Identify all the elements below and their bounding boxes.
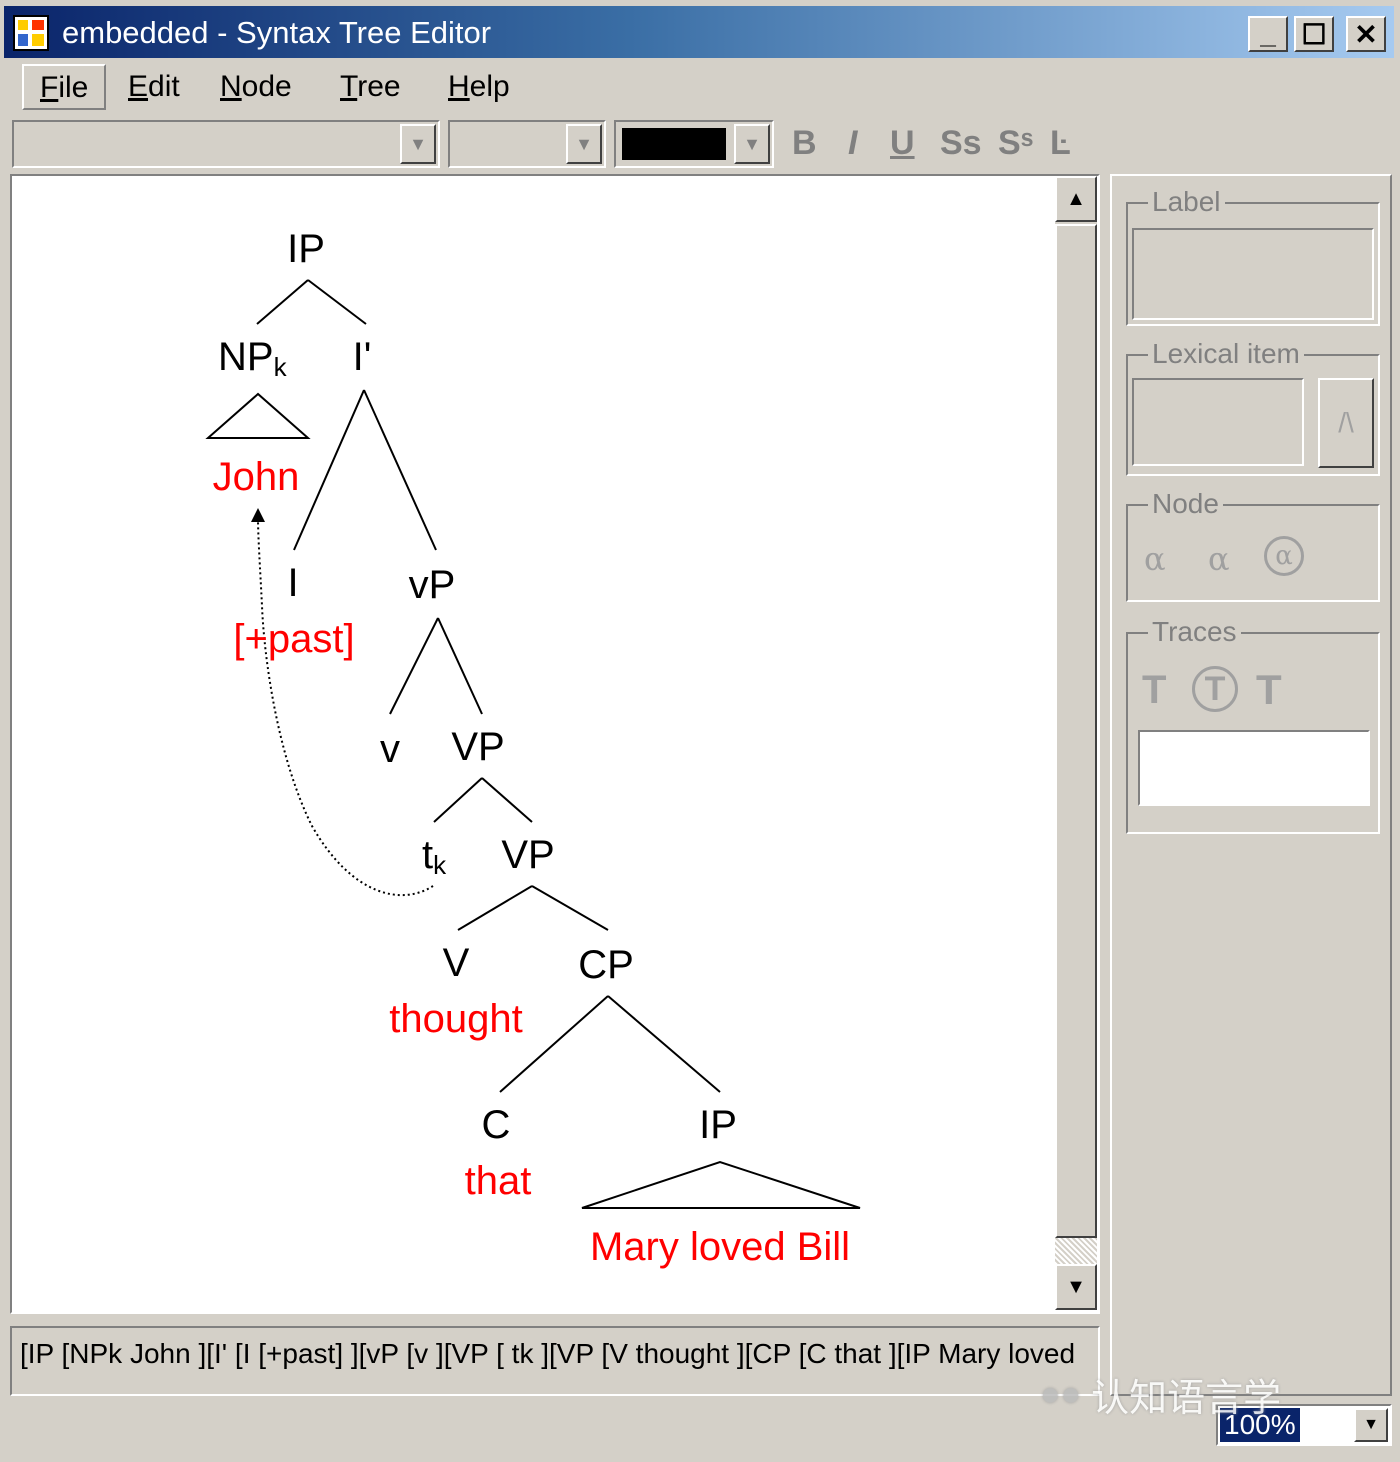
- word-thought[interactable]: thought: [389, 997, 522, 1041]
- trace-t-circle-icon[interactable]: T: [1192, 666, 1238, 712]
- menu-file[interactable]: File: [22, 64, 107, 110]
- font-family-select[interactable]: ▼: [12, 120, 440, 168]
- label-group-title: Label: [1148, 186, 1225, 218]
- scroll-up-button[interactable]: ▲: [1055, 176, 1097, 222]
- scroll-down-button[interactable]: ▼: [1055, 1264, 1097, 1310]
- properties-panel: Label Lexical item /\ Node α α α Traces …: [1110, 174, 1392, 1396]
- label-field[interactable]: [1132, 228, 1374, 320]
- bold-button[interactable]: B: [792, 124, 817, 163]
- bracket-notation-text: [IP [NPk John ][I' [I [+past] ][vP [v ][…: [20, 1338, 1076, 1369]
- node-c[interactable]: C: [482, 1103, 511, 1147]
- node-trace[interactable]: tk: [422, 833, 447, 880]
- trace-t-bold-icon[interactable]: T: [1256, 666, 1282, 714]
- node-vp1[interactable]: VP: [451, 725, 504, 769]
- node-group: Node α α α: [1126, 488, 1380, 602]
- strikeout-button[interactable]: Ŀ: [1050, 124, 1071, 163]
- vertical-scrollbar[interactable]: ▲ ▼: [1055, 176, 1097, 1310]
- movement-arrow: [257, 517, 434, 897]
- node-v-small[interactable]: v: [380, 727, 400, 771]
- triangle-button[interactable]: /\: [1318, 378, 1374, 468]
- menu-bar: File Edit Node Tree Help: [20, 64, 1390, 116]
- minimize-button[interactable]: _: [1248, 16, 1288, 52]
- bracket-notation-bar[interactable]: [IP [NPk John ][I' [I [+past] ][vP [v ][…: [10, 1326, 1100, 1396]
- chevron-down-icon[interactable]: ▼: [566, 124, 602, 164]
- chevron-down-icon[interactable]: ▼: [400, 124, 436, 164]
- word-mary-loved-bill[interactable]: Mary loved Bill: [590, 1225, 850, 1269]
- syntax-tree: IP NPk I' John I [+past] vP v VP tk VP V…: [205, 227, 861, 1269]
- node-vp-small[interactable]: vP: [409, 563, 456, 607]
- lexical-item-group: Lexical item /\: [1126, 338, 1380, 476]
- node-np[interactable]: NPk: [218, 335, 288, 382]
- underline-button[interactable]: U: [890, 124, 915, 163]
- superscript-button[interactable]: Sˢ: [998, 124, 1033, 163]
- label-group: Label: [1126, 186, 1380, 326]
- watermark-text: 认知语言学: [1091, 1377, 1282, 1420]
- alpha-left-icon[interactable]: α: [1144, 540, 1166, 578]
- alpha-circle-icon[interactable]: α: [1264, 536, 1304, 576]
- close-button[interactable]: ✕: [1346, 16, 1386, 52]
- italic-button[interactable]: I: [848, 124, 857, 163]
- menu-tree[interactable]: Tree: [340, 70, 401, 104]
- window-title: embedded - Syntax Tree Editor: [62, 15, 492, 50]
- alpha-down-icon[interactable]: α: [1208, 540, 1230, 578]
- menu-edit[interactable]: Edit: [128, 70, 180, 104]
- trace-t-icon[interactable]: T: [1142, 668, 1166, 713]
- wechat-icon: ●●: [1040, 1374, 1082, 1413]
- tree-branches: [205, 279, 861, 1209]
- node-v[interactable]: V: [443, 941, 470, 985]
- font-size-select[interactable]: ▼: [448, 120, 606, 168]
- lexical-item-field[interactable]: [1132, 378, 1304, 466]
- scroll-thumb[interactable]: [1055, 224, 1097, 1238]
- color-swatch: [622, 128, 726, 160]
- arrowhead-icon: [251, 508, 265, 522]
- node-cp[interactable]: CP: [578, 943, 634, 987]
- subscript-button[interactable]: Ss: [940, 124, 982, 163]
- scroll-track[interactable]: [1055, 1238, 1097, 1264]
- lexical-item-group-title: Lexical item: [1148, 338, 1304, 370]
- app-window: embedded - Syntax Tree Editor _ ☐ ✕ File…: [0, 0, 1400, 1462]
- node-vp2[interactable]: VP: [501, 833, 554, 877]
- traces-field[interactable]: [1138, 730, 1370, 806]
- watermark: ●● 认知语言学: [1040, 1364, 1370, 1424]
- menu-help[interactable]: Help: [448, 70, 510, 104]
- node-ip-root[interactable]: IP: [287, 227, 325, 271]
- app-icon: [13, 15, 49, 51]
- title-bar[interactable]: embedded - Syntax Tree Editor _ ☐ ✕: [4, 6, 1394, 58]
- format-toolbar: ▼ ▼ ▼ B I U Ss Sˢ Ŀ: [10, 116, 1390, 172]
- maximize-button[interactable]: ☐: [1294, 16, 1334, 52]
- chevron-down-icon[interactable]: ▼: [734, 124, 770, 164]
- word-john[interactable]: John: [213, 455, 300, 499]
- node-group-title: Node: [1148, 488, 1223, 520]
- word-past[interactable]: [+past]: [233, 617, 354, 661]
- node-ip-embedded[interactable]: IP: [699, 1103, 737, 1147]
- traces-group-title: Traces: [1148, 616, 1241, 648]
- font-color-select[interactable]: ▼: [614, 120, 774, 168]
- node-ibar[interactable]: I': [353, 335, 372, 379]
- menu-node[interactable]: Node: [220, 70, 292, 104]
- word-that[interactable]: that: [465, 1159, 532, 1203]
- node-i[interactable]: I: [287, 561, 298, 605]
- traces-group: Traces T T T: [1126, 616, 1380, 834]
